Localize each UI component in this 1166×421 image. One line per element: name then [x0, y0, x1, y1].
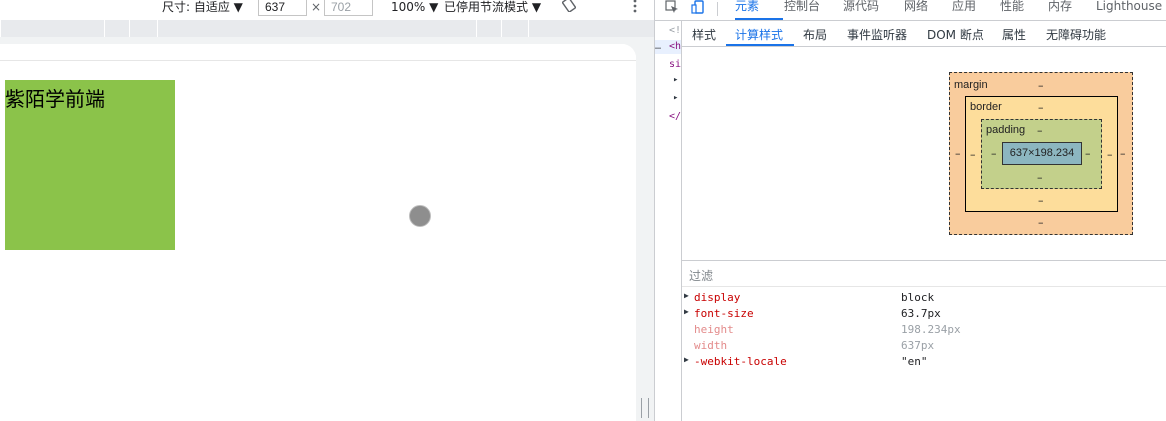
expand-triangle-icon[interactable]: ▶: [684, 291, 689, 300]
margin-top-value[interactable]: –: [1038, 79, 1044, 92]
margin-right-value[interactable]: –: [1120, 147, 1126, 160]
active-tab-indicator: [735, 18, 783, 20]
padding-left-value[interactable]: –: [991, 147, 997, 160]
viewport-top-edge: [0, 44, 636, 61]
ruler-segment[interactable]: [476, 20, 501, 37]
tab-dom-breakpoints[interactable]: DOM 断点: [927, 26, 984, 43]
property-name: -webkit-locale: [694, 355, 787, 368]
tab-application[interactable]: 应用: [952, 0, 976, 18]
tab-network[interactable]: 网络: [904, 0, 928, 18]
box-text: 紫陌学前端: [5, 87, 105, 111]
computed-property-row[interactable]: ▶ -webkit-locale "en": [682, 354, 1166, 370]
toolbar-divider: [717, 2, 718, 16]
ruler-segment[interactable]: [501, 20, 528, 37]
property-name: width: [694, 339, 728, 352]
expand-triangle-icon[interactable]: ▶: [684, 307, 689, 316]
border-right-value[interactable]: –: [1107, 148, 1113, 161]
filter-placeholder: 过滤: [689, 269, 714, 283]
device-toolbar: 尺寸: 自适应 ▼ 637 × 702 100% ▼ 已停用节流模式 ▼: [0, 0, 654, 20]
more-options-icon[interactable]: [632, 0, 638, 14]
expand-triangle-icon[interactable]: ▶: [684, 355, 689, 364]
property-value: 63.7px: [901, 307, 941, 320]
times-symbol: ×: [311, 0, 322, 14]
border-label: border: [970, 101, 1002, 113]
margin-label: margin: [954, 79, 988, 91]
tab-console[interactable]: 控制台: [784, 0, 820, 18]
dom-line[interactable]: </: [669, 111, 681, 122]
tab-event-listeners[interactable]: 事件监听器: [847, 26, 907, 43]
throttle-dropdown[interactable]: 已停用节流模式 ▼: [444, 0, 541, 20]
dom-line-selected[interactable]: … <h: [655, 40, 681, 54]
ruler-segment[interactable]: [104, 20, 129, 37]
property-name: height: [694, 323, 734, 336]
dom-tree-panel[interactable]: <! … <h si ▸ ▸ </: [655, 21, 682, 421]
border-bottom-value[interactable]: –: [1038, 194, 1044, 207]
rotate-icon[interactable]: [561, 0, 577, 13]
property-value: 198.234px: [901, 323, 961, 336]
elements-subtabbar: 样式 计算样式 布局 事件监听器 DOM 断点 属性 无障碍功能: [682, 21, 1166, 47]
page-green-box: 紫陌学前端: [5, 80, 175, 250]
property-value: 637px: [901, 339, 935, 352]
tab-sources[interactable]: 源代码: [843, 0, 879, 18]
dom-expand-toggle[interactable]: ▸: [673, 93, 678, 103]
tab-computed[interactable]: 计算样式: [735, 26, 783, 43]
ruler-segment[interactable]: [0, 20, 104, 37]
device-toggle-icon[interactable]: [691, 0, 705, 17]
computed-property-row[interactable]: width 637px: [682, 338, 1166, 354]
devtools-main-tabbar: 元素 控制台 源代码 网络 应用 性能 内存 Lighthouse: [655, 0, 1166, 21]
tab-accessibility[interactable]: 无障碍功能: [1046, 26, 1106, 43]
padding-label: padding: [986, 124, 1026, 136]
ruler-segment[interactable]: [528, 20, 655, 37]
tab-memory[interactable]: 内存: [1048, 0, 1072, 18]
computed-property-row[interactable]: ▶ display block: [682, 290, 1166, 306]
width-input[interactable]: 637: [258, 0, 307, 16]
box-model-padding[interactable]: padding – – – – 637×198.234: [981, 119, 1102, 189]
padding-right-value[interactable]: –: [1085, 147, 1091, 160]
touch-cursor-icon: [409, 205, 431, 227]
property-name: display: [694, 291, 741, 304]
tab-styles[interactable]: 样式: [692, 26, 716, 43]
box-model-content-size[interactable]: 637×198.234: [1002, 142, 1082, 165]
devtools-panel: 元素 控制台 源代码 网络 应用 性能 内存 Lighthouse <! … <…: [654, 0, 1166, 421]
dom-line[interactable]: <!: [669, 25, 681, 36]
computed-filter-input[interactable]: 过滤: [682, 260, 1166, 287]
margin-left-value[interactable]: –: [955, 147, 961, 160]
box-model-margin[interactable]: margin – – – – border – – – – padding – …: [949, 72, 1133, 235]
property-value: block: [901, 291, 935, 304]
box-model-border[interactable]: border – – – – padding – – – – 637×198.2…: [965, 96, 1118, 212]
tab-lighthouse[interactable]: Lighthouse: [1096, 0, 1162, 18]
padding-top-value[interactable]: –: [1037, 124, 1043, 137]
zoom-dropdown[interactable]: 100% ▼: [391, 0, 438, 20]
property-name: font-size: [694, 307, 754, 320]
computed-property-row[interactable]: height 198.234px: [682, 322, 1166, 338]
ruler-segment[interactable]: [129, 20, 157, 37]
active-subtab-indicator: [726, 44, 794, 46]
media-query-ruler[interactable]: [0, 20, 655, 37]
inspect-element-icon[interactable]: [665, 0, 679, 17]
dom-line[interactable]: si: [669, 59, 681, 70]
tab-performance[interactable]: 性能: [1000, 0, 1024, 18]
border-left-value[interactable]: –: [970, 148, 976, 161]
dom-expand-toggle[interactable]: ▸: [673, 75, 678, 85]
height-input[interactable]: 702: [324, 0, 373, 16]
property-value: "en": [901, 355, 928, 368]
tab-layout[interactable]: 布局: [803, 26, 827, 43]
tab-elements[interactable]: 元素: [735, 0, 759, 18]
padding-bottom-value[interactable]: –: [1037, 171, 1043, 184]
dimensions-dropdown[interactable]: 尺寸: 自适应 ▼: [162, 0, 243, 20]
border-top-value[interactable]: –: [1038, 101, 1044, 114]
resize-handle[interactable]: [641, 398, 649, 418]
tab-properties[interactable]: 属性: [1002, 26, 1026, 43]
ruler-segment[interactable]: [157, 20, 476, 37]
margin-bottom-value[interactable]: –: [1038, 216, 1044, 229]
computed-property-row[interactable]: ▶ font-size 63.7px: [682, 306, 1166, 322]
